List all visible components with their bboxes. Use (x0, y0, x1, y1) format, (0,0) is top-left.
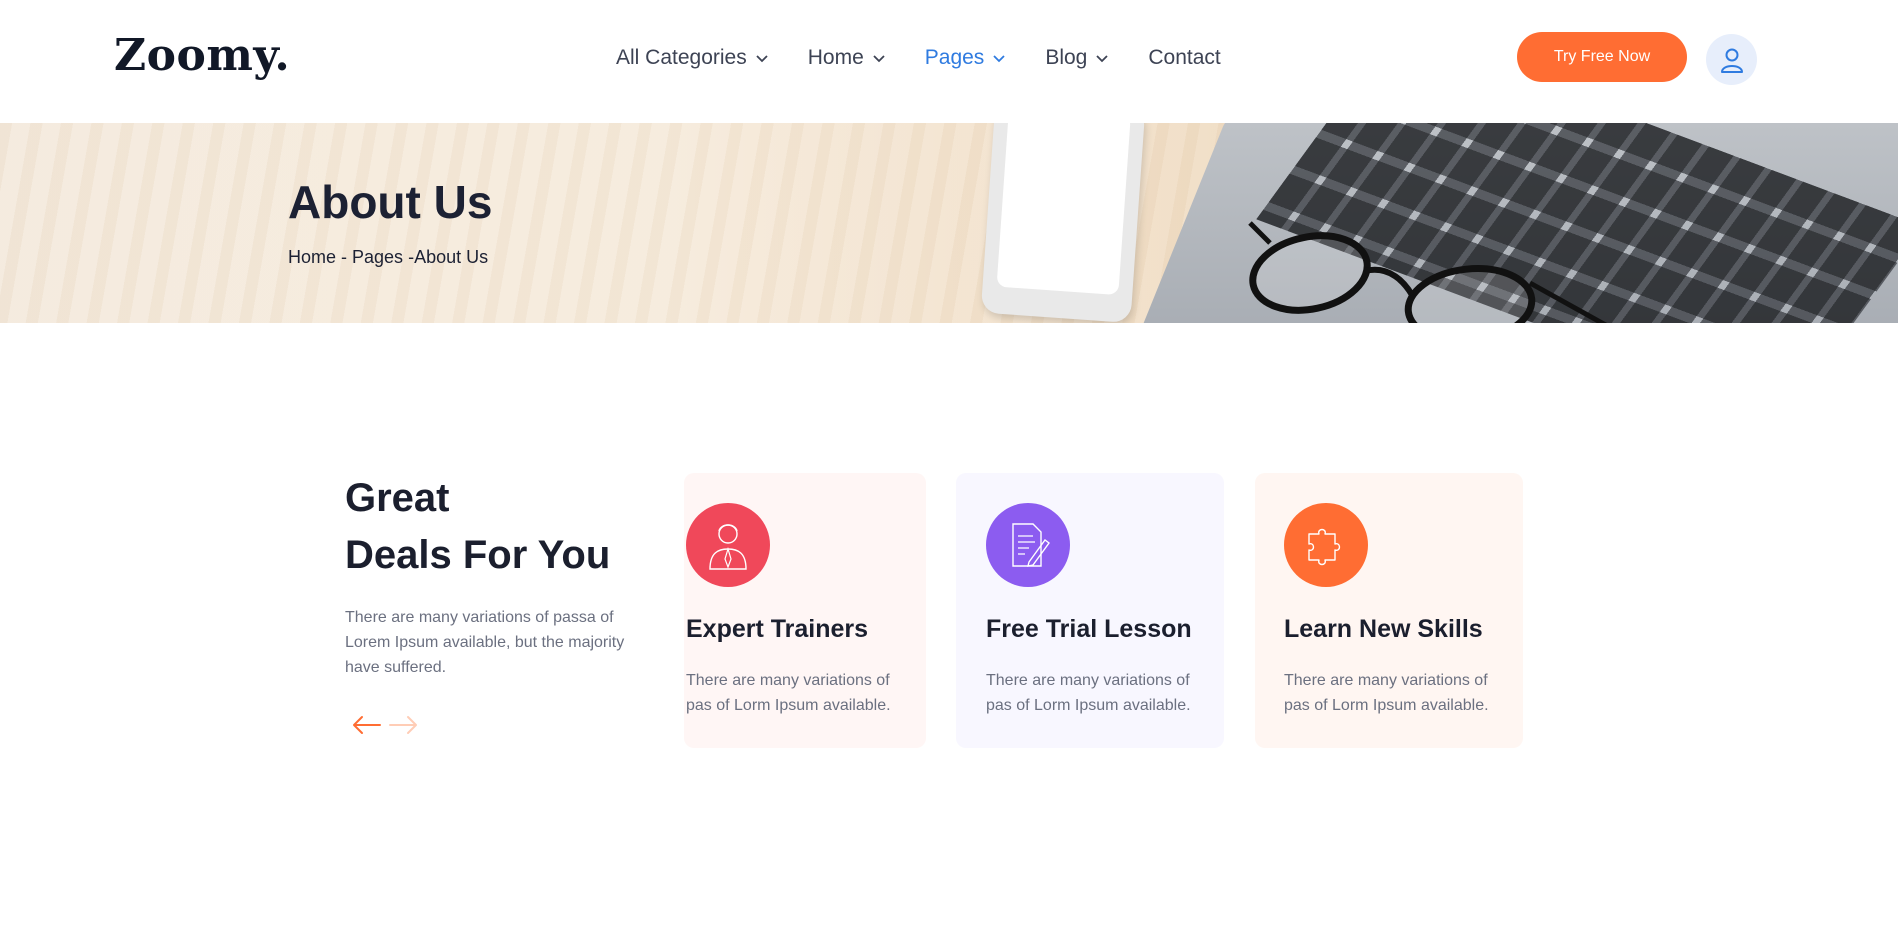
card-title: Learn New Skills (1284, 615, 1483, 643)
feature-card-learn-new-skills[interactable]: Learn New Skills There are many variatio… (1255, 473, 1523, 748)
chevron-down-icon (1096, 55, 1108, 63)
nav-item-label: Contact (1148, 46, 1221, 69)
nav-item-label: Pages (924, 46, 985, 69)
arrow-left-icon[interactable] (350, 712, 382, 738)
trainer-icon (686, 503, 770, 587)
breadcrumb-current: About Us (414, 247, 489, 267)
nav-item-label: Blog (1045, 46, 1088, 69)
glasses-image (1248, 221, 1608, 323)
breadcrumb-pages-link[interactable]: Pages (352, 247, 403, 267)
main-nav: All Categories Home Pages Blog Contact (616, 46, 1260, 70)
breadcrumb-separator: - (336, 247, 353, 267)
feature-card-free-trial-lesson[interactable]: Free Trial Lesson There are many variati… (956, 473, 1224, 748)
breadcrumb: Home - Pages -About Us (288, 247, 488, 268)
deals-heading: Great Deals For You (345, 470, 610, 584)
feature-card-expert-trainers[interactable]: Expert Trainers There are many variation… (684, 473, 926, 748)
document-edit-icon (986, 503, 1070, 587)
deals-description: There are many variations of passa of Lo… (345, 609, 625, 676)
page-hero-banner: About Us Home - Pages -About Us (0, 123, 1898, 323)
deals-heading-line2: Deals For You (345, 533, 611, 577)
chevron-down-icon (993, 55, 1005, 63)
try-free-now-button[interactable]: Try Free Now (1517, 32, 1687, 82)
user-icon (1720, 48, 1743, 73)
chevron-down-icon (873, 55, 885, 63)
site-logo[interactable]: Zoomy. (114, 30, 290, 81)
nav-item-label: Home (807, 46, 864, 69)
nav-item-pages[interactable]: Pages (925, 46, 1007, 70)
nav-item-home[interactable]: Home (808, 46, 886, 70)
user-account-button[interactable] (1706, 34, 1757, 85)
breadcrumb-separator: - (403, 247, 415, 267)
phone-image (980, 123, 1146, 323)
nav-item-blog[interactable]: Blog (1045, 46, 1109, 70)
card-text: There are many variations of pas of Lorm… (1284, 672, 1489, 714)
breadcrumb-home-link[interactable]: Home (288, 247, 336, 267)
nav-item-contact[interactable]: Contact (1148, 46, 1220, 70)
chevron-down-icon (756, 55, 768, 63)
card-text: There are many variations of pas of Lorm… (986, 672, 1191, 714)
card-title: Expert Trainers (686, 615, 869, 643)
card-title: Free Trial Lesson (986, 615, 1192, 643)
arrow-right-icon[interactable] (388, 712, 420, 738)
page-title: About Us (288, 176, 493, 228)
site-header: Zoomy. All Categories Home Pages Blog Co… (0, 0, 1898, 123)
card-text: There are many variations of pas of Lorm… (686, 672, 891, 714)
deals-heading-line1: Great (345, 476, 450, 520)
puzzle-icon (1284, 503, 1368, 587)
nav-item-all-categories[interactable]: All Categories (616, 46, 769, 70)
nav-item-label: All Categories (616, 46, 747, 69)
